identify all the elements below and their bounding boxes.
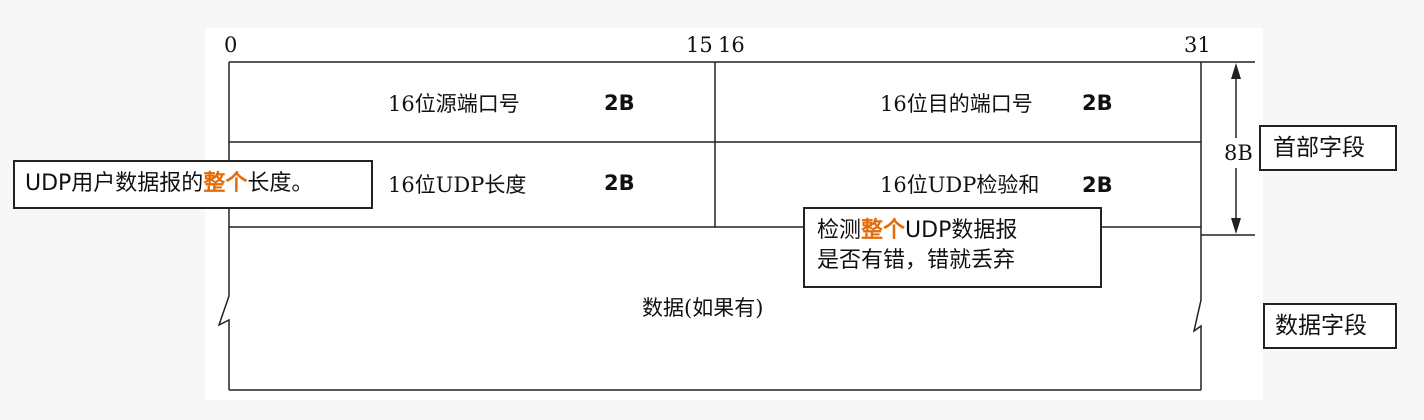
checksum-callout-line2: 是否有错，错就丢弃 [817,248,1016,273]
length-field: 16位UDP长度 [388,173,527,197]
header-size-label: 8B [1222,140,1255,166]
checksum-callout-highlight: 整个 [861,218,906,243]
left-edge-line [217,62,230,390]
length-callout-pre: UDP用户数据报的 [25,171,204,196]
bit-label-16: 16 [718,33,745,57]
data-field-label-text: 数据字段 [1275,313,1367,339]
checksum-callout-line1: 检测整个UDP数据报 [817,216,1100,246]
header-field-label: 首部字段 [1259,125,1397,171]
checksum-field: 16位UDP检验和 [880,173,1040,197]
header-field-label-text: 首部字段 [1273,135,1365,161]
checksum-size: 2B [1082,173,1113,197]
right-edge-line [1192,62,1202,390]
arrow-head-down [1231,218,1241,234]
dst-port-field: 16位目的端口号 [880,92,1033,116]
bit-label-31: 31 [1184,33,1211,57]
udp-header-lines [217,61,1255,391]
bit-label-15: 15 [686,33,713,57]
checksum-callout-pre: 检测 [817,218,862,243]
bit-label-0: 0 [224,33,238,57]
length-callout-post: 长度。 [247,171,314,196]
arrow-head-up [1231,63,1241,79]
data-field: 数据(如果有) [642,296,764,320]
length-size: 2B [604,171,635,195]
dst-port-size: 2B [1082,91,1113,115]
checksum-callout: 检测整个UDP数据报 是否有错，错就丢弃 [803,207,1102,288]
data-field-label: 数据字段 [1263,303,1397,349]
src-port-size: 2B [604,91,635,115]
length-callout: UDP用户数据报的整个长度。 [13,160,373,209]
checksum-callout-post: UDP数据报 [905,218,1018,243]
length-callout-highlight: 整个 [203,171,248,196]
src-port-field: 16位源端口号 [388,92,520,116]
